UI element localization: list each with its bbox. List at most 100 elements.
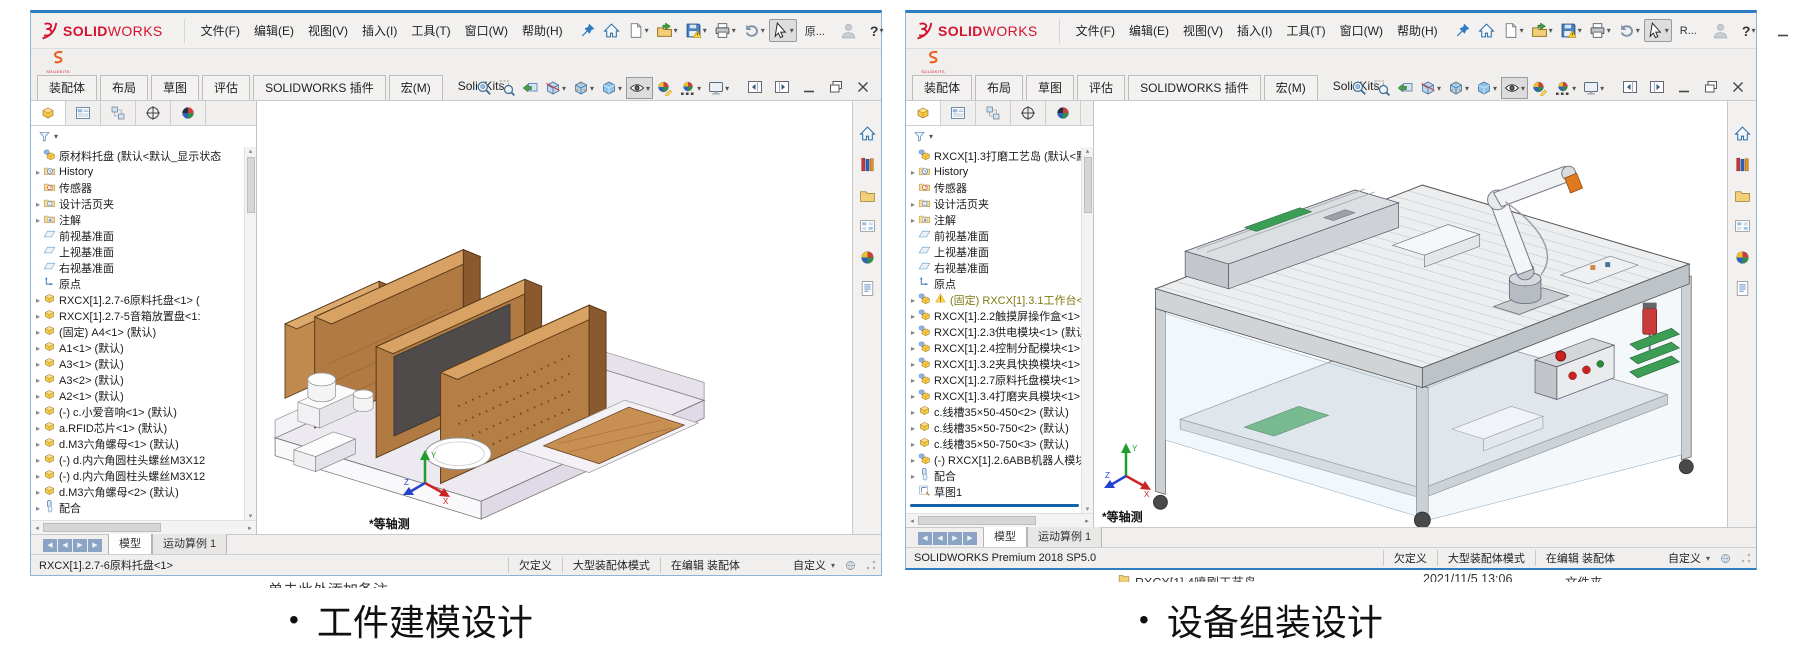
tree-item[interactable]: ▸A注解 <box>33 212 244 228</box>
menu-文件(F)[interactable]: 文件(F) <box>1069 19 1122 42</box>
new-document-button[interactable]: ▾ <box>624 19 652 42</box>
menu-视图(V)[interactable]: 视图(V) <box>1176 19 1230 42</box>
tab-scroll-prev-button[interactable]: ◀ <box>58 539 72 552</box>
new-document-button[interactable]: ▾ <box>1499 19 1527 42</box>
tree-item[interactable]: ▸RXCX[1].3.2夹具快换模块<1> ( <box>908 356 1081 372</box>
pin-button[interactable] <box>1451 19 1474 42</box>
tree-item[interactable]: 传感器 <box>33 180 244 196</box>
tree-item[interactable]: 原点 <box>33 276 244 292</box>
propertymanager-tab[interactable] <box>941 101 976 125</box>
ribbon-tab-草图[interactable]: 草图 <box>151 75 199 100</box>
expand-arrow-icon[interactable]: ▸ <box>908 408 918 417</box>
expand-arrow-icon[interactable]: ▸ <box>33 296 43 305</box>
dropdown-arrow-icon[interactable]: ▾ <box>645 26 649 35</box>
expand-arrow-icon[interactable]: ▸ <box>33 328 43 337</box>
menu-文件(F)[interactable]: 文件(F) <box>194 19 247 42</box>
menu-编辑(E)[interactable]: 编辑(E) <box>247 19 301 42</box>
ribbon-tab-布局[interactable]: 布局 <box>975 75 1023 100</box>
home-button[interactable] <box>600 19 623 42</box>
tree-item[interactable]: ▸(固定) RXCX[1].3.1工作台<1 <box>908 292 1081 308</box>
expand-arrow-icon[interactable]: ▸ <box>908 328 918 337</box>
dropdown-arrow-icon[interactable]: ▾ <box>1572 84 1576 93</box>
menu-插入(I)[interactable]: 插入(I) <box>1230 19 1279 42</box>
tree-root-item[interactable]: RXCX[1].3打磨工艺岛 (默认<默认_ <box>908 148 1081 164</box>
task-pane-custom-properties[interactable] <box>1734 280 1751 302</box>
expand-arrow-icon[interactable]: ▸ <box>33 360 43 369</box>
display-style-button[interactable]: ▾ <box>1473 77 1500 99</box>
view-settings-button[interactable]: ▾ <box>705 77 732 99</box>
save-button[interactable]: ▾ <box>1557 19 1585 42</box>
ribbon-tab-草图[interactable]: 草图 <box>1026 75 1074 100</box>
dropdown-arrow-icon[interactable]: ▾ <box>646 84 650 93</box>
expand-arrow-icon[interactable]: ▸ <box>33 456 43 465</box>
task-pane-home[interactable] <box>859 125 876 147</box>
menu-编辑(E)[interactable]: 编辑(E) <box>1122 19 1176 42</box>
task-pane-appearances[interactable] <box>1734 249 1751 271</box>
expand-arrow-icon[interactable]: ▸ <box>33 488 43 497</box>
tree-item[interactable]: ▸A3<2> (默认) <box>33 372 244 388</box>
tree-item[interactable]: ▸(固定) A4<1> (默认) <box>33 324 244 340</box>
menu-帮助(H)[interactable]: 帮助(H) <box>1390 19 1445 42</box>
graphics-area[interactable]: Y X Z *等轴测 <box>257 101 852 534</box>
tree-vertical-scrollbar[interactable]: ▴▾ <box>1081 147 1093 513</box>
task-pane-custom-properties[interactable] <box>859 280 876 302</box>
previous-view-button[interactable] <box>1394 77 1416 99</box>
section-view-button[interactable]: ▾ <box>542 77 569 99</box>
dropdown-arrow-icon[interactable]: ▾ <box>732 26 736 35</box>
zoom-fit-button[interactable] <box>1348 77 1370 99</box>
tree-horizontal-scrollbar[interactable]: ◂▸ <box>31 520 256 534</box>
dropdown-arrow-icon[interactable]: ▾ <box>703 26 707 35</box>
task-pane-design-library[interactable] <box>859 156 876 178</box>
expand-arrow-icon[interactable]: ▸ <box>908 440 918 449</box>
pane-left-button[interactable] <box>747 79 763 95</box>
ribbon-tab-布局[interactable]: 布局 <box>100 75 148 100</box>
dropdown-arrow-icon[interactable]: ▾ <box>725 84 729 93</box>
configurationmanager-tab[interactable] <box>976 101 1011 125</box>
tree-item[interactable]: ▸d.M3六角螺母<2> (默认) <box>33 484 244 500</box>
configurationmanager-tab[interactable] <box>101 101 136 125</box>
filter-button[interactable]: ▾ <box>910 128 936 144</box>
expand-arrow-icon[interactable]: ▸ <box>33 392 43 401</box>
expand-arrow-icon[interactable]: ▸ <box>908 376 918 385</box>
help-button[interactable]: ?▾ <box>1734 23 1764 39</box>
zoom-fit-button[interactable] <box>473 77 495 99</box>
graphics-area[interactable]: Y X Z *等轴测 <box>1094 101 1727 527</box>
tree-item[interactable]: ▸RXCX[1].2.2触摸屏操作盒<1> ( <box>908 308 1081 324</box>
tree-item[interactable]: 传感器 <box>908 180 1081 196</box>
expand-arrow-icon[interactable]: ▸ <box>33 504 43 513</box>
doc-close-button[interactable] <box>855 79 871 95</box>
doc-restore-button[interactable] <box>1703 79 1719 95</box>
expand-arrow-icon[interactable]: ▸ <box>33 472 43 481</box>
tree-item[interactable]: ▸History <box>908 164 1081 180</box>
tree-item[interactable]: ▸RXCX[1].2.7原料托盘模块<1> ( <box>908 372 1081 388</box>
tree-item[interactable]: ▸RXCX[1].2.4控制分配模块<1> ( <box>908 340 1081 356</box>
expand-arrow-icon[interactable]: ▸ <box>908 424 918 433</box>
view-orientation-button[interactable]: ▾ <box>570 77 597 99</box>
tree-vertical-scrollbar[interactable]: ▴▾ <box>244 147 256 520</box>
resize-grip[interactable] <box>865 559 877 571</box>
task-pane-file-explorer[interactable] <box>859 187 876 209</box>
dropdown-arrow-icon[interactable]: ▾ <box>1521 84 1525 93</box>
tree-item[interactable]: ▸History <box>33 164 244 180</box>
tab-scroll-prev-button[interactable]: ◀ <box>933 532 947 545</box>
print-button[interactable]: ▾ <box>1586 19 1614 42</box>
tree-item[interactable]: ▸RXCX[1].3.4打磨夹具模块<1> ( <box>908 388 1081 404</box>
expand-arrow-icon[interactable]: ▸ <box>33 440 43 449</box>
dimxpert-tab[interactable] <box>1011 101 1046 125</box>
expand-arrow-icon[interactable]: ▸ <box>33 168 43 177</box>
dropdown-arrow-icon[interactable]: ▾ <box>674 26 678 35</box>
apply-scene-button[interactable]: ▾ <box>677 77 704 99</box>
pane-left-button[interactable] <box>1622 79 1638 95</box>
tree-item[interactable]: ▸A1<1> (默认) <box>33 340 244 356</box>
expand-arrow-icon[interactable]: ▸ <box>33 376 43 385</box>
dropdown-arrow-icon[interactable]: ▾ <box>1520 26 1524 35</box>
dropdown-arrow-icon[interactable]: ▾ <box>1607 26 1611 35</box>
tree-item[interactable]: 右视基准面 <box>908 260 1081 276</box>
tree-item[interactable]: 前视基准面 <box>33 228 244 244</box>
menu-插入(I)[interactable]: 插入(I) <box>355 19 404 42</box>
menu-帮助(H)[interactable]: 帮助(H) <box>515 19 570 42</box>
dropdown-arrow-icon[interactable]: ▾ <box>1465 84 1469 93</box>
status-custom-dropdown[interactable]: 自定义▾ <box>1659 550 1719 566</box>
tree-item[interactable]: ▸a.RFID芯片<1> (默认) <box>33 420 244 436</box>
expand-arrow-icon[interactable]: ▸ <box>33 344 43 353</box>
